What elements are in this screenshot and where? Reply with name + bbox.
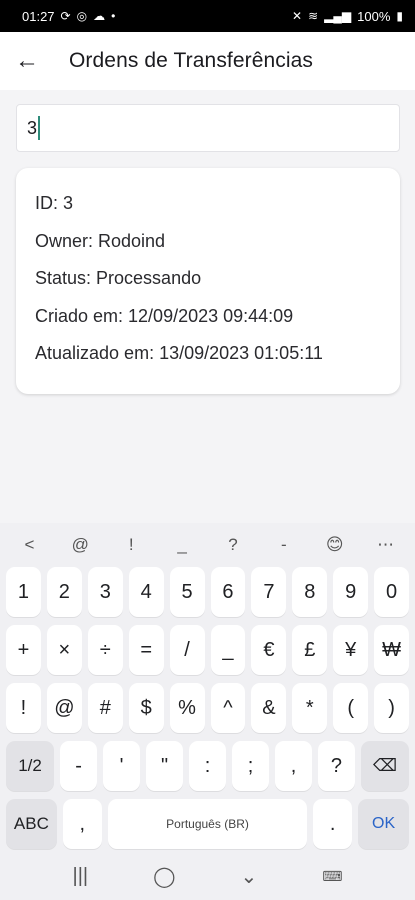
toolbar-key-at[interactable]: @ <box>60 535 100 555</box>
key[interactable]: ' <box>103 741 141 791</box>
key[interactable]: @ <box>46 683 82 733</box>
time-label: 01:27 <box>22 8 55 24</box>
key[interactable]: 9 <box>333 567 369 617</box>
order-updated: Atualizado em: 13/09/2023 01:05:11 <box>35 343 323 363</box>
key[interactable]: ÷ <box>87 625 123 675</box>
key[interactable]: ? <box>317 741 355 791</box>
key[interactable]: = <box>128 625 164 675</box>
arrow-left-icon: ← <box>15 47 39 74</box>
key[interactable]: 1 <box>6 567 41 617</box>
period-key[interactable]: . <box>313 799 353 849</box>
key[interactable]: # <box>87 683 123 733</box>
key[interactable]: 8 <box>292 567 328 617</box>
key[interactable]: ) <box>374 683 410 733</box>
key[interactable]: * <box>292 683 328 733</box>
dot-icon: • <box>111 9 116 23</box>
key[interactable]: ¥ <box>333 625 369 675</box>
app-bar: ← Ordens de Transferências <box>0 32 415 90</box>
order-created: Criado em: 12/09/2023 09:44:09 <box>35 305 294 326</box>
keyboard-row-symbols: ! @ # $ % ^ & * ( ) <box>0 683 415 733</box>
search-input-value: 3 <box>27 117 38 138</box>
keyboard-row-punct: 1/2 - ' " : ; , ? ⌫ <box>0 741 415 791</box>
key[interactable]: , <box>275 741 312 791</box>
backspace-icon: ⌫ <box>372 756 398 775</box>
key[interactable]: + <box>6 625 41 675</box>
toolbar-key-underscore[interactable]: _ <box>162 535 202 555</box>
toolbar-key-question[interactable]: ? <box>213 535 253 555</box>
key[interactable]: × <box>46 625 82 675</box>
more-icon[interactable]: ⋯ <box>366 535 406 555</box>
key[interactable]: € <box>251 625 287 675</box>
search-input[interactable]: 3 <box>16 104 400 152</box>
keyboard-icon[interactable]: ⌨ <box>322 868 342 885</box>
key[interactable]: _ <box>210 625 246 675</box>
toolbar-key-exclamation[interactable]: ! <box>111 535 151 555</box>
ok-key[interactable]: OK <box>358 799 410 849</box>
battery-label: 100% <box>357 8 391 24</box>
key[interactable]: ( <box>333 683 369 733</box>
key[interactable]: " <box>146 741 184 791</box>
signal-icon: ▂▄▆ <box>324 9 352 23</box>
key[interactable]: 2 <box>46 567 82 617</box>
recents-icon[interactable]: ||| <box>73 865 89 888</box>
spinner-icon: ◎ <box>76 9 88 23</box>
keyboard-row-digits: 1 2 3 4 5 6 7 8 9 0 <box>0 567 415 617</box>
keyboard-row-bottom: ABC , Português (BR) . OK <box>0 799 415 849</box>
cloud-icon: ☁ <box>93 9 106 23</box>
key[interactable]: ^ <box>210 683 246 733</box>
key[interactable]: ; <box>232 741 269 791</box>
keyboard-row-math: + × ÷ = / _ € £ ¥ ₩ <box>0 625 415 675</box>
key[interactable]: % <box>169 683 205 733</box>
backspace-key[interactable]: ⌫ <box>360 741 410 791</box>
key[interactable]: 0 <box>374 567 410 617</box>
keyboard-toolbar: < @ ! _ ? - 😊 ⋯ <box>0 523 415 567</box>
toolbar-key-hyphen[interactable]: - <box>264 535 304 555</box>
battery-icon: ▮ <box>396 9 403 23</box>
page-toggle-key[interactable]: 1/2 <box>6 741 55 791</box>
key[interactable]: & <box>251 683 287 733</box>
key[interactable]: £ <box>292 625 328 675</box>
transfer-order-card[interactable]: ID: 3 Owner: Rodoind Status: Processando… <box>16 168 400 394</box>
wifi-icon: ≋ <box>308 9 319 23</box>
system-nav-bar: ||| ◯ ⌄ ⌨ <box>0 852 415 900</box>
chevron-down-icon[interactable]: ⌄ <box>240 864 257 889</box>
key[interactable]: 4 <box>128 567 164 617</box>
comma-key[interactable]: , <box>62 799 102 849</box>
order-id: ID: 3 <box>35 193 74 213</box>
key[interactable]: 3 <box>87 567 123 617</box>
status-bar: 01:27 ⟳ ◎ ☁ • ✕ ≋ ▂▄▆ 100% ▮ <box>0 0 415 32</box>
key[interactable]: - <box>60 741 98 791</box>
emoji-icon[interactable]: 😊 <box>315 535 355 555</box>
mute-icon: ✕ <box>292 9 303 23</box>
back-button[interactable]: ← <box>0 32 54 90</box>
key[interactable]: / <box>169 625 205 675</box>
soft-keyboard: < @ ! _ ? - 😊 ⋯ 1 2 3 4 5 6 7 8 9 0 + × … <box>0 523 415 900</box>
key[interactable]: 6 <box>210 567 246 617</box>
order-owner: Owner: Rodoind <box>35 230 166 251</box>
keyboard-back-icon[interactable]: < <box>9 535 49 555</box>
key[interactable]: ₩ <box>374 625 410 675</box>
key[interactable]: $ <box>128 683 164 733</box>
sync-icon: ⟳ <box>60 9 71 23</box>
key[interactable]: ! <box>6 683 41 733</box>
page-title: Ordens de Transferências <box>69 49 314 72</box>
abc-key[interactable]: ABC <box>6 799 57 849</box>
text-cursor <box>38 116 41 140</box>
key[interactable]: : <box>189 741 227 791</box>
space-key[interactable]: Português (BR) <box>107 799 308 849</box>
key[interactable]: 7 <box>251 567 287 617</box>
key[interactable]: 5 <box>169 567 205 617</box>
order-status: Status: Processando <box>35 268 202 288</box>
home-icon[interactable]: ◯ <box>153 864 175 889</box>
